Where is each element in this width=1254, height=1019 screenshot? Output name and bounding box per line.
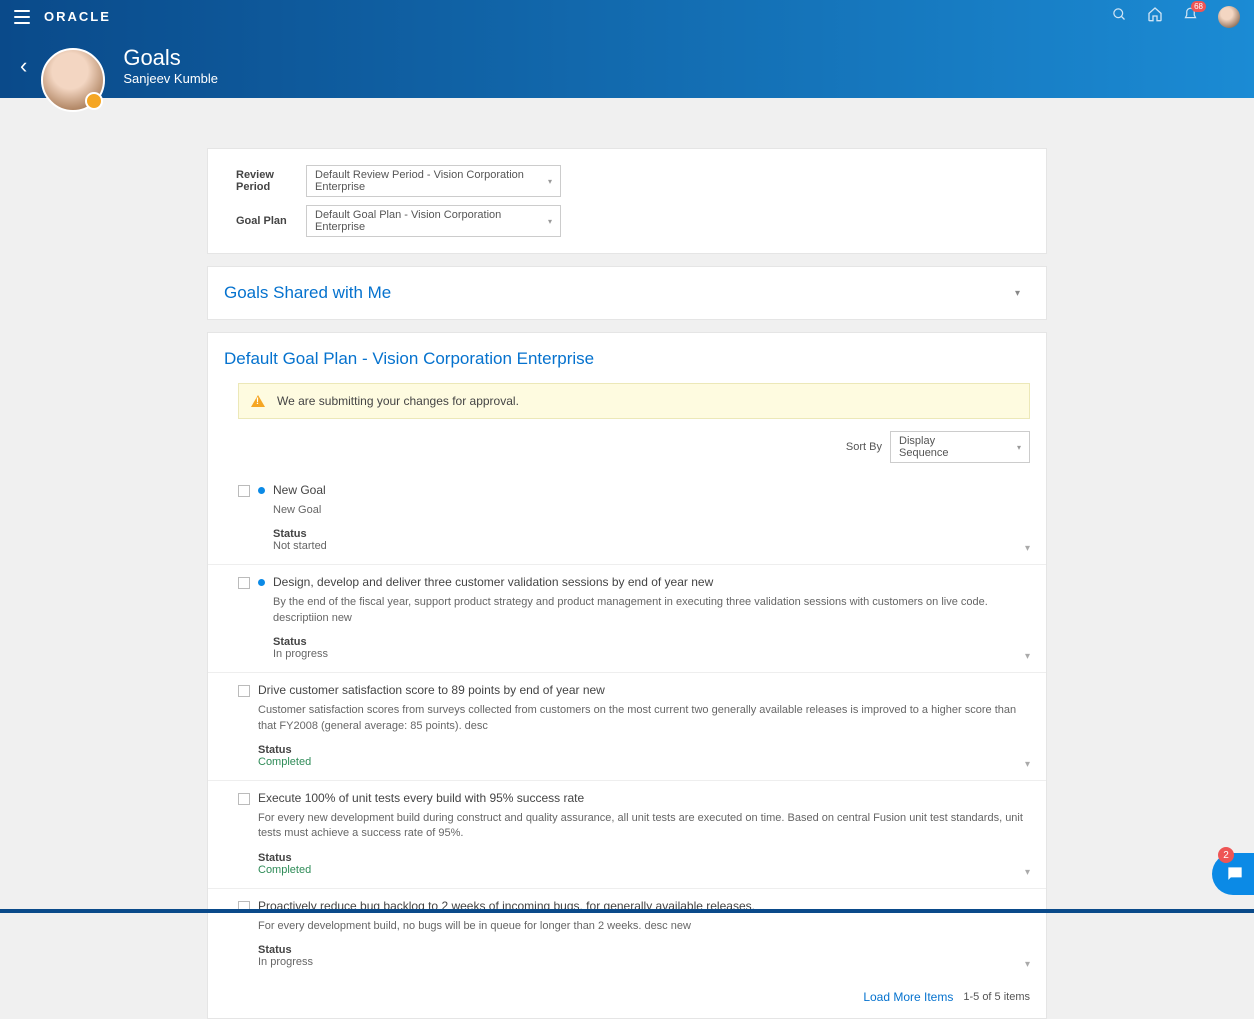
chevron-down-icon: ▾ — [1017, 443, 1021, 452]
goal-main: Execute 100% of unit tests every build w… — [258, 791, 1030, 876]
goal-head: Drive customer satisfaction score to 89 … — [238, 683, 1030, 768]
person-avatar[interactable] — [41, 48, 105, 112]
chevron-down-icon[interactable]: ▾ — [1025, 867, 1030, 878]
goal-checkbox[interactable] — [238, 685, 250, 697]
load-more-link[interactable]: Load More Items — [863, 990, 953, 1004]
goal-plan-value: Default Goal Plan - Vision Corporation E… — [315, 209, 548, 233]
alert-text: We are submitting your changes for appro… — [277, 394, 519, 408]
goal-title[interactable]: Design, develop and deliver three custom… — [273, 575, 1030, 589]
status-block: StatusNot started — [273, 528, 1030, 552]
status-label: Status — [258, 852, 1030, 864]
status-block: StatusCompleted — [258, 852, 1030, 876]
chevron-down-icon[interactable]: ▾ — [1025, 759, 1030, 770]
approval-alert: We are submitting your changes for appro… — [238, 383, 1030, 419]
status-value: Completed — [258, 864, 1030, 876]
goal-plan-panel: Default Goal Plan - Vision Corporation E… — [207, 332, 1047, 1019]
goal-item: Execute 100% of unit tests every build w… — [208, 781, 1046, 889]
chevron-down-icon[interactable]: ▾ — [1025, 651, 1030, 662]
shared-goals-header[interactable]: Goals Shared with Me ▾ — [208, 267, 1046, 319]
status-label: Status — [258, 944, 1030, 956]
goal-title[interactable]: New Goal — [273, 483, 1030, 497]
status-block: StatusIn progress — [258, 944, 1030, 968]
chevron-down-icon: ▾ — [548, 217, 552, 226]
header-text: Goals Sanjeev Kumble — [123, 45, 218, 86]
content: Review Period Default Review Period - Vi… — [207, 148, 1047, 1019]
review-period-value: Default Review Period - Vision Corporati… — [315, 169, 548, 193]
goal-plan-header: Default Goal Plan - Vision Corporation E… — [208, 333, 1046, 377]
page-title: Goals — [123, 45, 218, 71]
menu-icon[interactable] — [14, 10, 30, 24]
goal-item: Proactively reduce bug backlog to 2 week… — [208, 889, 1046, 980]
status-value: Completed — [258, 756, 1030, 768]
sort-value: Display Sequence — [899, 435, 977, 459]
review-period-select[interactable]: Default Review Period - Vision Corporati… — [306, 165, 561, 197]
goal-plan-label: Goal Plan — [236, 215, 306, 227]
topbar: ORACLE 68 — [0, 0, 1254, 33]
sort-row: Sort By Display Sequence ▾ — [208, 431, 1046, 473]
goal-plan-select[interactable]: Default Goal Plan - Vision Corporation E… — [306, 205, 561, 237]
status-value: In progress — [258, 956, 1030, 968]
chat-badge: 2 — [1218, 847, 1234, 863]
goal-head: Design, develop and deliver three custom… — [238, 575, 1030, 660]
filters-panel: Review Period Default Review Period - Vi… — [207, 148, 1047, 254]
item-count: 1-5 of 5 items — [963, 991, 1030, 1003]
goal-main: New Goal New Goal StatusNot started — [273, 483, 1030, 552]
shared-goals-panel: Goals Shared with Me ▾ — [207, 266, 1047, 320]
status-dot-icon — [258, 487, 265, 494]
search-icon[interactable] — [1112, 7, 1127, 27]
status-label: Status — [273, 636, 1030, 648]
goal-head: Execute 100% of unit tests every build w… — [238, 791, 1030, 876]
goal-list: New GoalNew GoalStatusNot started▾Design… — [208, 473, 1046, 980]
status-value: Not started — [273, 540, 1030, 552]
brand-logo: ORACLE — [44, 9, 111, 24]
goal-plan-title: Default Goal Plan - Vision Corporation E… — [224, 349, 594, 369]
review-period-row: Review Period Default Review Period - Vi… — [236, 165, 1018, 197]
user-avatar[interactable] — [1218, 6, 1240, 28]
goal-checkbox[interactable] — [238, 577, 250, 589]
goal-main: Design, develop and deliver three custom… — [273, 575, 1030, 660]
goal-main: Drive customer satisfaction score to 89 … — [258, 683, 1030, 768]
home-icon[interactable] — [1147, 6, 1163, 27]
load-row: Load More Items 1-5 of 5 items — [208, 980, 1046, 1018]
chat-button[interactable]: 2 — [1212, 853, 1254, 895]
goal-title[interactable]: Execute 100% of unit tests every build w… — [258, 791, 1030, 805]
goal-plan-row: Goal Plan Default Goal Plan - Vision Cor… — [236, 205, 1018, 237]
goal-checkbox[interactable] — [238, 485, 250, 497]
chevron-down-icon[interactable]: ▾ — [1025, 959, 1030, 970]
goal-item: Design, develop and deliver three custom… — [208, 565, 1046, 673]
notifications-icon[interactable]: 68 — [1183, 7, 1198, 27]
shared-goals-title: Goals Shared with Me — [224, 283, 391, 303]
goal-description: For every development build, no bugs wil… — [258, 919, 1030, 934]
page-subtitle: Sanjeev Kumble — [123, 71, 218, 86]
goal-item: Drive customer satisfaction score to 89 … — [208, 673, 1046, 781]
goal-title[interactable]: Drive customer satisfaction score to 89 … — [258, 683, 1030, 697]
chevron-down-icon[interactable]: ▾ — [1025, 543, 1030, 554]
goal-head: New Goal New Goal StatusNot started — [238, 483, 1030, 552]
status-label: Status — [273, 528, 1030, 540]
footer-bar — [0, 909, 1254, 913]
goal-item: New Goal New Goal StatusNot started▾ — [208, 473, 1046, 565]
goal-description: By the end of the fiscal year, support p… — [273, 595, 1030, 626]
status-block: StatusIn progress — [273, 636, 1030, 660]
topbar-right: 68 — [1112, 6, 1240, 28]
sort-select[interactable]: Display Sequence ▾ — [890, 431, 1030, 463]
topbar-left: ORACLE — [14, 9, 111, 24]
goal-checkbox[interactable] — [238, 793, 250, 805]
page-header: ‹ Goals Sanjeev Kumble — [0, 33, 1254, 98]
goal-description: Customer satisfaction scores from survey… — [258, 703, 1030, 734]
goal-description: New Goal — [273, 503, 1030, 518]
status-dot-icon — [258, 579, 265, 586]
back-icon[interactable]: ‹ — [20, 53, 27, 79]
chevron-down-icon[interactable]: ▾ — [1005, 284, 1030, 303]
status-block: StatusCompleted — [258, 744, 1030, 768]
warning-icon — [251, 395, 265, 407]
chevron-down-icon: ▾ — [548, 177, 552, 186]
status-label: Status — [258, 744, 1030, 756]
sort-label: Sort By — [846, 441, 882, 453]
status-value: In progress — [273, 648, 1030, 660]
review-period-label: Review Period — [236, 169, 306, 193]
goal-description: For every new development build during c… — [258, 811, 1030, 842]
notification-badge: 68 — [1191, 1, 1206, 12]
